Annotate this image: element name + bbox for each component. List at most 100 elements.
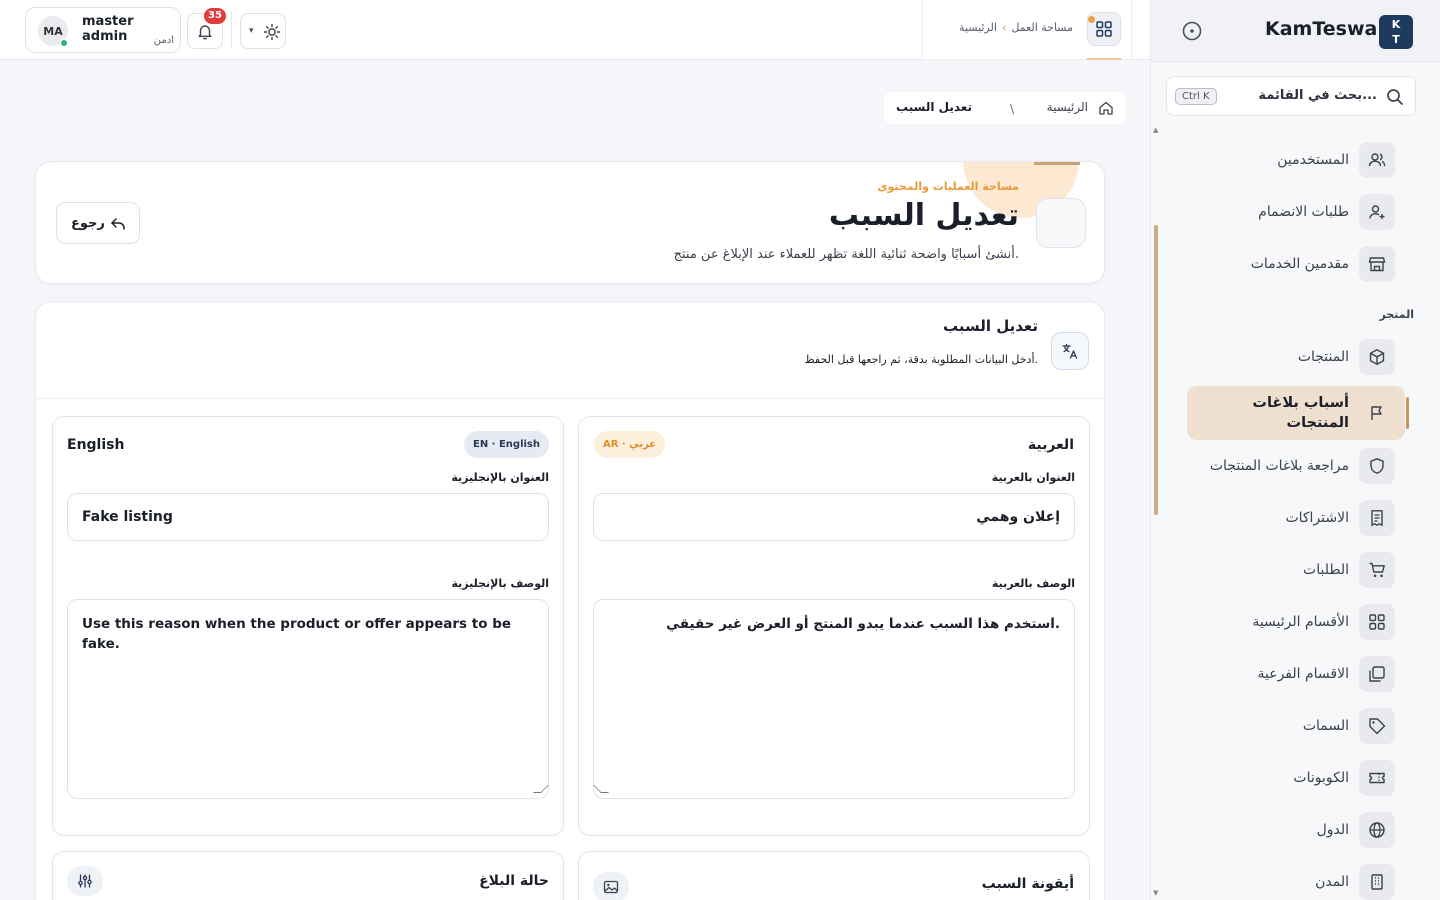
crumb-separator-icon: › (1001, 21, 1007, 34)
search-icon (1387, 89, 1403, 105)
decorative-topline (1034, 162, 1080, 165)
back-arrow-icon (111, 218, 125, 230)
globe-icon (1359, 812, 1395, 848)
sidebar-item-coupons[interactable]: الكوبونات (1187, 756, 1405, 800)
form-title: تعديل السبب (942, 317, 1038, 335)
search-placeholder: بحث في القائمة... (1258, 88, 1377, 103)
brand-logo[interactable]: K T (1379, 15, 1413, 49)
scroll-down-arrow[interactable]: ▼ (1153, 890, 1159, 897)
scrollbar-thumb[interactable] (1154, 225, 1158, 515)
sidebar-item-attributes[interactable]: السمات (1187, 704, 1405, 748)
user-menu[interactable]: MA master admin ادمن (25, 7, 181, 53)
english-title-input[interactable]: Fake listing (67, 493, 549, 541)
sidebar-item-users[interactable]: المستخدمين (1187, 138, 1405, 182)
notification-count-badge: 35 (204, 8, 226, 24)
sidebar-item-label: الدول (1316, 822, 1349, 838)
store-icon (1359, 246, 1395, 282)
box-icon (1359, 339, 1395, 375)
user-role: ادمن (153, 35, 174, 46)
search-shortcut-badge: Ctrl K (1175, 88, 1217, 105)
sidebar-item-label: مقدمين الخدمات (1250, 256, 1349, 272)
sun-icon (263, 23, 281, 41)
sidebar-item-label: الطلبات (1303, 562, 1349, 578)
logo-initial-bottom: T (1392, 33, 1400, 46)
status-dot (1088, 16, 1095, 23)
sidebar-item-join-requests[interactable]: طلبات الانضمام (1187, 190, 1405, 234)
edit-reason-form: تعديل السبب أدخل البيانات المطلوبة بدقة،… (35, 301, 1105, 900)
layers-icon (1359, 656, 1395, 692)
sidebar-item-label: الأقسام الرئيسية (1252, 614, 1349, 630)
sidebar-item-label: مراجعة بلاغات المنتجات (1209, 458, 1349, 474)
page-kicker: مساحة العمليات والمحتوى (877, 180, 1019, 193)
english-description-textarea[interactable]: Use this reason when the product or offe… (67, 599, 549, 799)
sidebar-item-orders[interactable]: الطلبات (1187, 548, 1405, 592)
english-description-label: الوصف بالإنجليزية (451, 577, 550, 590)
receipt-icon (1359, 500, 1395, 536)
sidebar-item-main-categories[interactable]: الأقسام الرئيسية (1187, 600, 1405, 644)
page-subtitle: أنشئ أسبابًا واضحة ثنائية اللغة تظهر للع… (673, 247, 1019, 262)
sidebar-item-label: المدن (1315, 874, 1349, 890)
form-header: تعديل السبب أدخل البيانات المطلوبة بدقة،… (36, 302, 1104, 399)
sidebar-item-countries[interactable]: الدول (1187, 808, 1405, 852)
reason-icon-panel: أيقونة السبب (578, 851, 1090, 900)
theme-toggle[interactable]: ▾ (240, 13, 286, 49)
sidebar-item-label: طلبات الانضمام (1258, 204, 1349, 220)
translate-icon (1051, 332, 1089, 370)
sidebar-search-input[interactable]: بحث في القائمة... Ctrl K (1166, 76, 1416, 116)
grid-icon (1359, 604, 1395, 640)
sidebar-item-products[interactable]: المنتجات (1187, 335, 1405, 379)
sidebar-item-label: الاقسام الفرعية (1257, 666, 1350, 682)
workspace-switcher: مساحة العمل › الرئيسية (922, 0, 1132, 60)
home-icon[interactable] (1098, 100, 1114, 116)
sidebar-item-sub-categories[interactable]: الاقسام الفرعية (1187, 652, 1405, 696)
sidebar-item-report-review[interactable]: مراجعة بلاغات المنتجات (1187, 444, 1405, 488)
page-header-card: مساحة العمليات والمحتوى تعديل السبب أنشئ… (35, 161, 1105, 284)
sidebar-item-report-reasons[interactable]: أسباب بلاغات المنتجات (1187, 386, 1409, 440)
report-status-title: حالة البلاغ (479, 873, 549, 889)
sidebar-scrollbar[interactable]: ▲ ▼ (1153, 125, 1159, 900)
tag-icon (1359, 708, 1395, 744)
sidebar-header: K T KamTeswa (1151, 0, 1440, 62)
sidebar-section-store: المتجر (1379, 308, 1414, 321)
sidebar-item-label: الكوبونات (1293, 770, 1349, 786)
sidebar-item-label: المنتجات (1297, 349, 1349, 365)
active-underline (1087, 58, 1121, 60)
report-status-panel: حالة البلاغ (52, 851, 564, 900)
sidebar-item-cities[interactable]: المدن (1187, 860, 1405, 900)
collapse-sidebar-icon[interactable] (1181, 20, 1203, 42)
workspace-crumb-home[interactable]: الرئيسية (959, 21, 997, 34)
bell-icon (198, 25, 212, 40)
form-subtitle: أدخل البيانات المطلوبة بدقة، ثم راجعها ق… (804, 353, 1038, 366)
users-icon (1359, 142, 1395, 178)
workspace-breadcrumb: مساحة العمل › الرئيسية (959, 21, 1073, 34)
cart-icon (1359, 552, 1395, 588)
sidebar-item-subscriptions[interactable]: الاشتراكات (1187, 496, 1405, 540)
breadcrumb: الرئيسية \ تعديل السبب (884, 92, 1126, 124)
arabic-description-textarea[interactable]: استخدم هذا السبب عندما يبدو المنتج أو ال… (593, 599, 1075, 799)
active-indicator (1406, 397, 1409, 429)
page-icon-box (1036, 198, 1086, 248)
sliders-icon (67, 866, 103, 896)
breadcrumb-home[interactable]: الرئيسية (1047, 100, 1088, 114)
sidebar-item-label: الاشتراكات (1285, 510, 1349, 526)
scroll-up-arrow[interactable]: ▲ (1153, 127, 1159, 134)
english-panel: English EN · English العنوان بالإنجليزية… (52, 416, 564, 836)
sidebar-item-label: المستخدمين (1277, 152, 1349, 168)
sidebar-item-label: السمات (1302, 718, 1349, 734)
top-bar: مساحة العمل › الرئيسية MA master admin ادم… (0, 0, 1150, 60)
ticket-icon (1359, 760, 1395, 796)
arabic-title-input[interactable]: إعلان وهمي (593, 493, 1075, 541)
workspace-crumb-current[interactable]: مساحة العمل (1011, 21, 1073, 34)
online-status-dot (60, 39, 68, 47)
english-language-chip: EN · English (464, 431, 549, 458)
user-controls: MA master admin ادمن 35 ▾ (25, 7, 299, 53)
user-plus-icon (1359, 194, 1395, 230)
arabic-language-chip: AR · عربي (594, 431, 666, 458)
chevron-down-icon: ▾ (249, 26, 254, 36)
back-button[interactable]: رجوع (56, 202, 140, 244)
english-title-label: العنوان بالإنجليزية (451, 471, 549, 484)
breadcrumb-separator: \ (1009, 102, 1014, 116)
sidebar-item-providers[interactable]: مقدمين الخدمات (1187, 242, 1405, 286)
flag-icon (1359, 395, 1395, 431)
image-icon (593, 872, 629, 900)
